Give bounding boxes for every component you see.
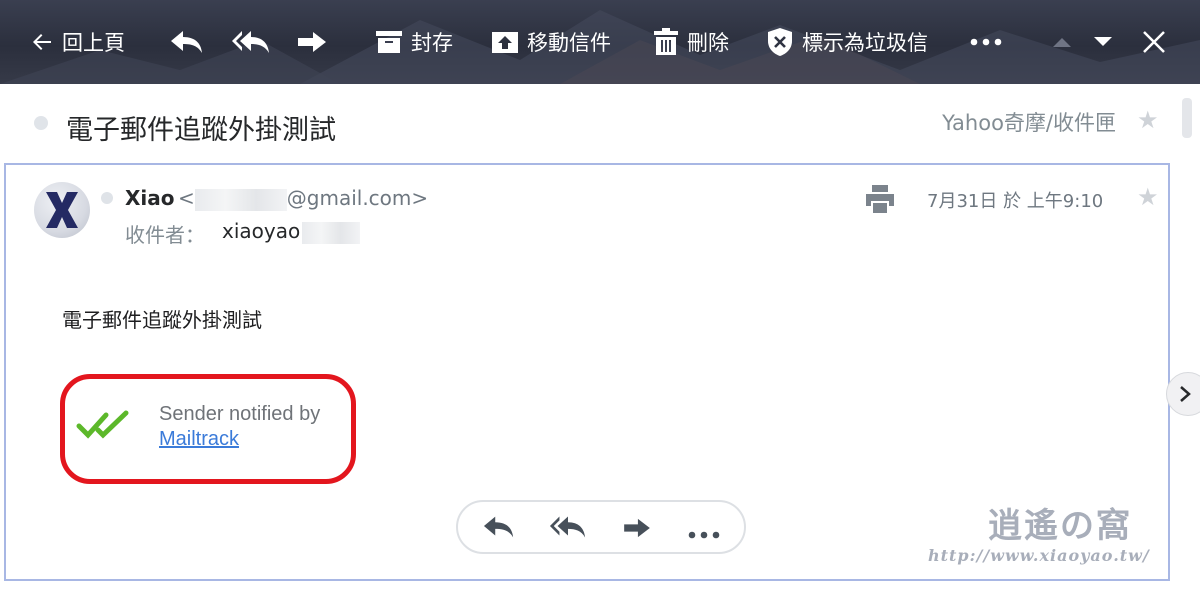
message-body: 電子郵件追蹤外掛測試 xyxy=(62,308,262,332)
arrow-left-icon xyxy=(33,34,51,50)
toolbar: 回上頁 封存 移動信件 刪除 標示為垃圾信 xyxy=(0,0,1200,84)
forward-icon xyxy=(298,32,326,52)
more-button[interactable] xyxy=(970,0,1002,84)
archive-button[interactable]: 封存 xyxy=(375,0,453,84)
scrollbar-thumb[interactable] xyxy=(1182,98,1192,138)
close-icon xyxy=(1143,31,1165,53)
reply-icon xyxy=(171,31,202,53)
watermark-title: 逍遙の窩 xyxy=(988,506,1132,546)
folder-path: Yahoo奇摩/收件匣 xyxy=(942,111,1116,135)
next-message-button[interactable] xyxy=(1093,0,1113,84)
shield-icon xyxy=(768,28,792,56)
sender-email[interactable]: < @gmail.com> xyxy=(178,186,428,211)
printer-icon xyxy=(866,185,894,213)
caret-down-icon xyxy=(1094,37,1112,46)
reply-all-button[interactable] xyxy=(231,0,271,84)
quick-forward-button[interactable] xyxy=(622,517,652,543)
unread-dot[interactable] xyxy=(34,116,48,130)
forward-button[interactable] xyxy=(296,0,328,84)
mailtrack-link[interactable]: Mailtrack xyxy=(159,428,239,451)
back-button[interactable]: 回上頁 xyxy=(30,0,125,84)
redacted-email xyxy=(194,188,287,211)
mailtrack-notice: Sender notified by xyxy=(159,403,321,425)
spam-label: 標示為垃圾信 xyxy=(802,31,928,55)
caret-up-icon xyxy=(1053,38,1071,47)
message-star-icon[interactable]: ★ xyxy=(1137,183,1159,211)
x-logo-icon xyxy=(46,192,78,228)
move-folder-icon xyxy=(492,32,518,53)
recipient-name: xiaoyao xyxy=(222,219,301,243)
move-label: 移動信件 xyxy=(527,31,611,55)
move-button[interactable]: 移動信件 xyxy=(491,0,611,84)
quick-reply-all-button[interactable] xyxy=(549,514,587,544)
avatar xyxy=(34,182,90,238)
previous-message-button[interactable] xyxy=(1052,0,1072,84)
sender-email-prefix: < xyxy=(178,186,195,210)
reply-icon xyxy=(483,516,514,538)
to-value[interactable]: xiaoyao xyxy=(222,219,361,244)
close-button[interactable] xyxy=(1142,0,1166,84)
reply-all-icon xyxy=(232,31,269,53)
archive-label: 封存 xyxy=(411,31,453,55)
star-icon[interactable]: ★ xyxy=(1137,106,1159,134)
sender-status-dot xyxy=(101,192,113,204)
archive-icon xyxy=(376,31,402,53)
trash-icon xyxy=(654,28,678,55)
scrollbar-track[interactable] xyxy=(1172,84,1200,164)
more-dots-icon xyxy=(688,531,720,539)
back-label: 回上頁 xyxy=(62,31,125,55)
next-panel-button[interactable] xyxy=(1166,372,1200,416)
quick-more-button[interactable] xyxy=(688,524,720,543)
forward-icon xyxy=(624,518,650,538)
sender-name[interactable]: Xiao xyxy=(125,186,175,210)
reply-all-icon xyxy=(549,516,586,538)
spam-button[interactable]: 標示為垃圾信 xyxy=(766,0,928,84)
delete-button[interactable]: 刪除 xyxy=(653,0,729,84)
more-dots-icon xyxy=(970,38,1002,46)
redacted-recipient xyxy=(302,221,361,244)
sender-email-suffix: @gmail.com> xyxy=(286,186,429,210)
quick-reply-button[interactable] xyxy=(483,514,515,544)
chevron-right-icon xyxy=(1180,386,1191,402)
reply-button[interactable] xyxy=(170,0,204,84)
message-subject: 電子郵件追蹤外掛測試 xyxy=(66,115,336,146)
print-button[interactable] xyxy=(864,184,896,218)
double-check-icon xyxy=(76,410,132,444)
watermark-url: http://www.xiaoyao.tw/ xyxy=(928,546,1150,565)
delete-label: 刪除 xyxy=(687,31,729,55)
message-date: 7月31日 於 上午9:10 xyxy=(927,191,1104,212)
to-label: 收件者： xyxy=(125,223,205,247)
